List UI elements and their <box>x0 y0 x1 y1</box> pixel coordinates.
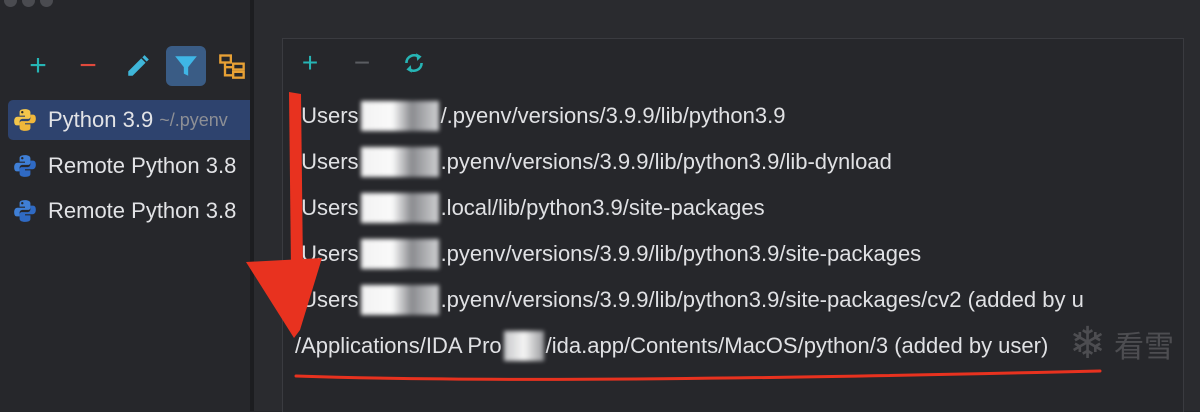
path-suffix: .pyenv/versions/3.9.9/lib/python3.9/site… <box>440 241 922 266</box>
add-path-button[interactable]: + <box>291 44 329 82</box>
window-zoom-button[interactable] <box>40 0 53 7</box>
redacted-version <box>503 331 544 361</box>
interpreter-name: Remote Python 3.8 <box>48 153 237 178</box>
path-prefix: /Users <box>295 287 359 312</box>
path-prefix: /Users <box>295 103 359 128</box>
path-row[interactable]: /Users .pyenv/versions/3.9.9/lib/python3.… <box>295 231 1183 277</box>
interpreter-item[interactable]: Remote Python 3.8 <box>8 146 252 186</box>
paths-list-panel: + − /Users /.pyenv/versions/3.9.9/lib/pyt… <box>282 38 1184 412</box>
path-suffix: .pyenv/versions/3.9.9/lib/python3.9/lib-… <box>440 149 892 174</box>
add-interpreter-button[interactable]: + <box>18 46 58 86</box>
path-suffix: /ida.app/Contents/MacOS/python/3 (added … <box>545 333 1049 358</box>
interpreter-path: ~/.pyenv <box>159 109 228 130</box>
path-row[interactable]: /Users /.pyenv/versions/3.9.9/lib/python3… <box>295 93 1183 139</box>
edit-interpreter-button[interactable] <box>118 46 158 86</box>
path-prefix: /Applications/IDA Pro <box>295 333 502 358</box>
python-icon <box>14 200 36 222</box>
redacted-username <box>360 101 439 131</box>
paths-toolbar: + − <box>291 43 433 83</box>
interpreter-panel: + − Python 3.9 ~/.pyenv Remote Python 3.… <box>0 0 252 411</box>
path-prefix: /Users <box>295 195 359 220</box>
path-suffix: .pyenv/versions/3.9.9/lib/python3.9/site… <box>440 287 1084 312</box>
interpreter-toolbar: + − <box>18 46 252 86</box>
refresh-icon <box>405 53 423 73</box>
redacted-username <box>360 193 439 223</box>
tree-icon <box>219 54 245 79</box>
path-prefix: /Users <box>295 149 359 174</box>
path-suffix: /.pyenv/versions/3.9.9/lib/python3.9 <box>440 103 786 128</box>
reload-paths-button[interactable] <box>395 44 433 82</box>
interpreter-item[interactable]: Remote Python 3.8 <box>8 191 252 231</box>
snowflake-icon: ❄ <box>1069 319 1106 368</box>
remove-interpreter-button[interactable]: − <box>68 46 108 86</box>
interpreter-item[interactable]: Python 3.9 ~/.pyenv <box>8 100 252 140</box>
watermark: ❄ 看雪 <box>1069 318 1174 369</box>
path-row[interactable]: /Applications/IDA Pro/ida.app/Contents/M… <box>295 323 1183 369</box>
window-close-button[interactable] <box>4 0 17 7</box>
redacted-username <box>360 239 439 269</box>
show-paths-tree-button[interactable] <box>212 46 252 86</box>
filter-icon <box>175 56 197 76</box>
watermark-text: 看雪 <box>1114 330 1174 364</box>
path-suffix: .local/lib/python3.9/site-packages <box>440 195 765 220</box>
path-row[interactable]: /Users .pyenv/versions/3.9.9/lib/python3.… <box>295 277 1183 323</box>
redacted-username <box>360 285 439 315</box>
pencil-icon <box>128 55 149 76</box>
python-icon <box>14 155 36 177</box>
redacted-username <box>360 147 439 177</box>
interpreter-name: Remote Python 3.8 <box>48 198 237 223</box>
path-row[interactable]: /Users .pyenv/versions/3.9.9/lib/python3.… <box>295 139 1183 185</box>
remove-path-button[interactable]: − <box>343 44 381 82</box>
paths-list: /Users /.pyenv/versions/3.9.9/lib/python3… <box>295 93 1183 369</box>
interpreter-name: Python 3.9 <box>48 107 154 132</box>
filter-button[interactable] <box>166 46 206 86</box>
window-minimize-button[interactable] <box>22 0 35 7</box>
path-prefix: /Users <box>295 241 359 266</box>
python-icon <box>14 109 36 131</box>
path-row[interactable]: /Users .local/lib/python3.9/site-packages <box>295 185 1183 231</box>
interpreter-paths-dialog: + − /Users /.pyenv/versions/3.9.9/lib/pyt… <box>254 0 1200 412</box>
